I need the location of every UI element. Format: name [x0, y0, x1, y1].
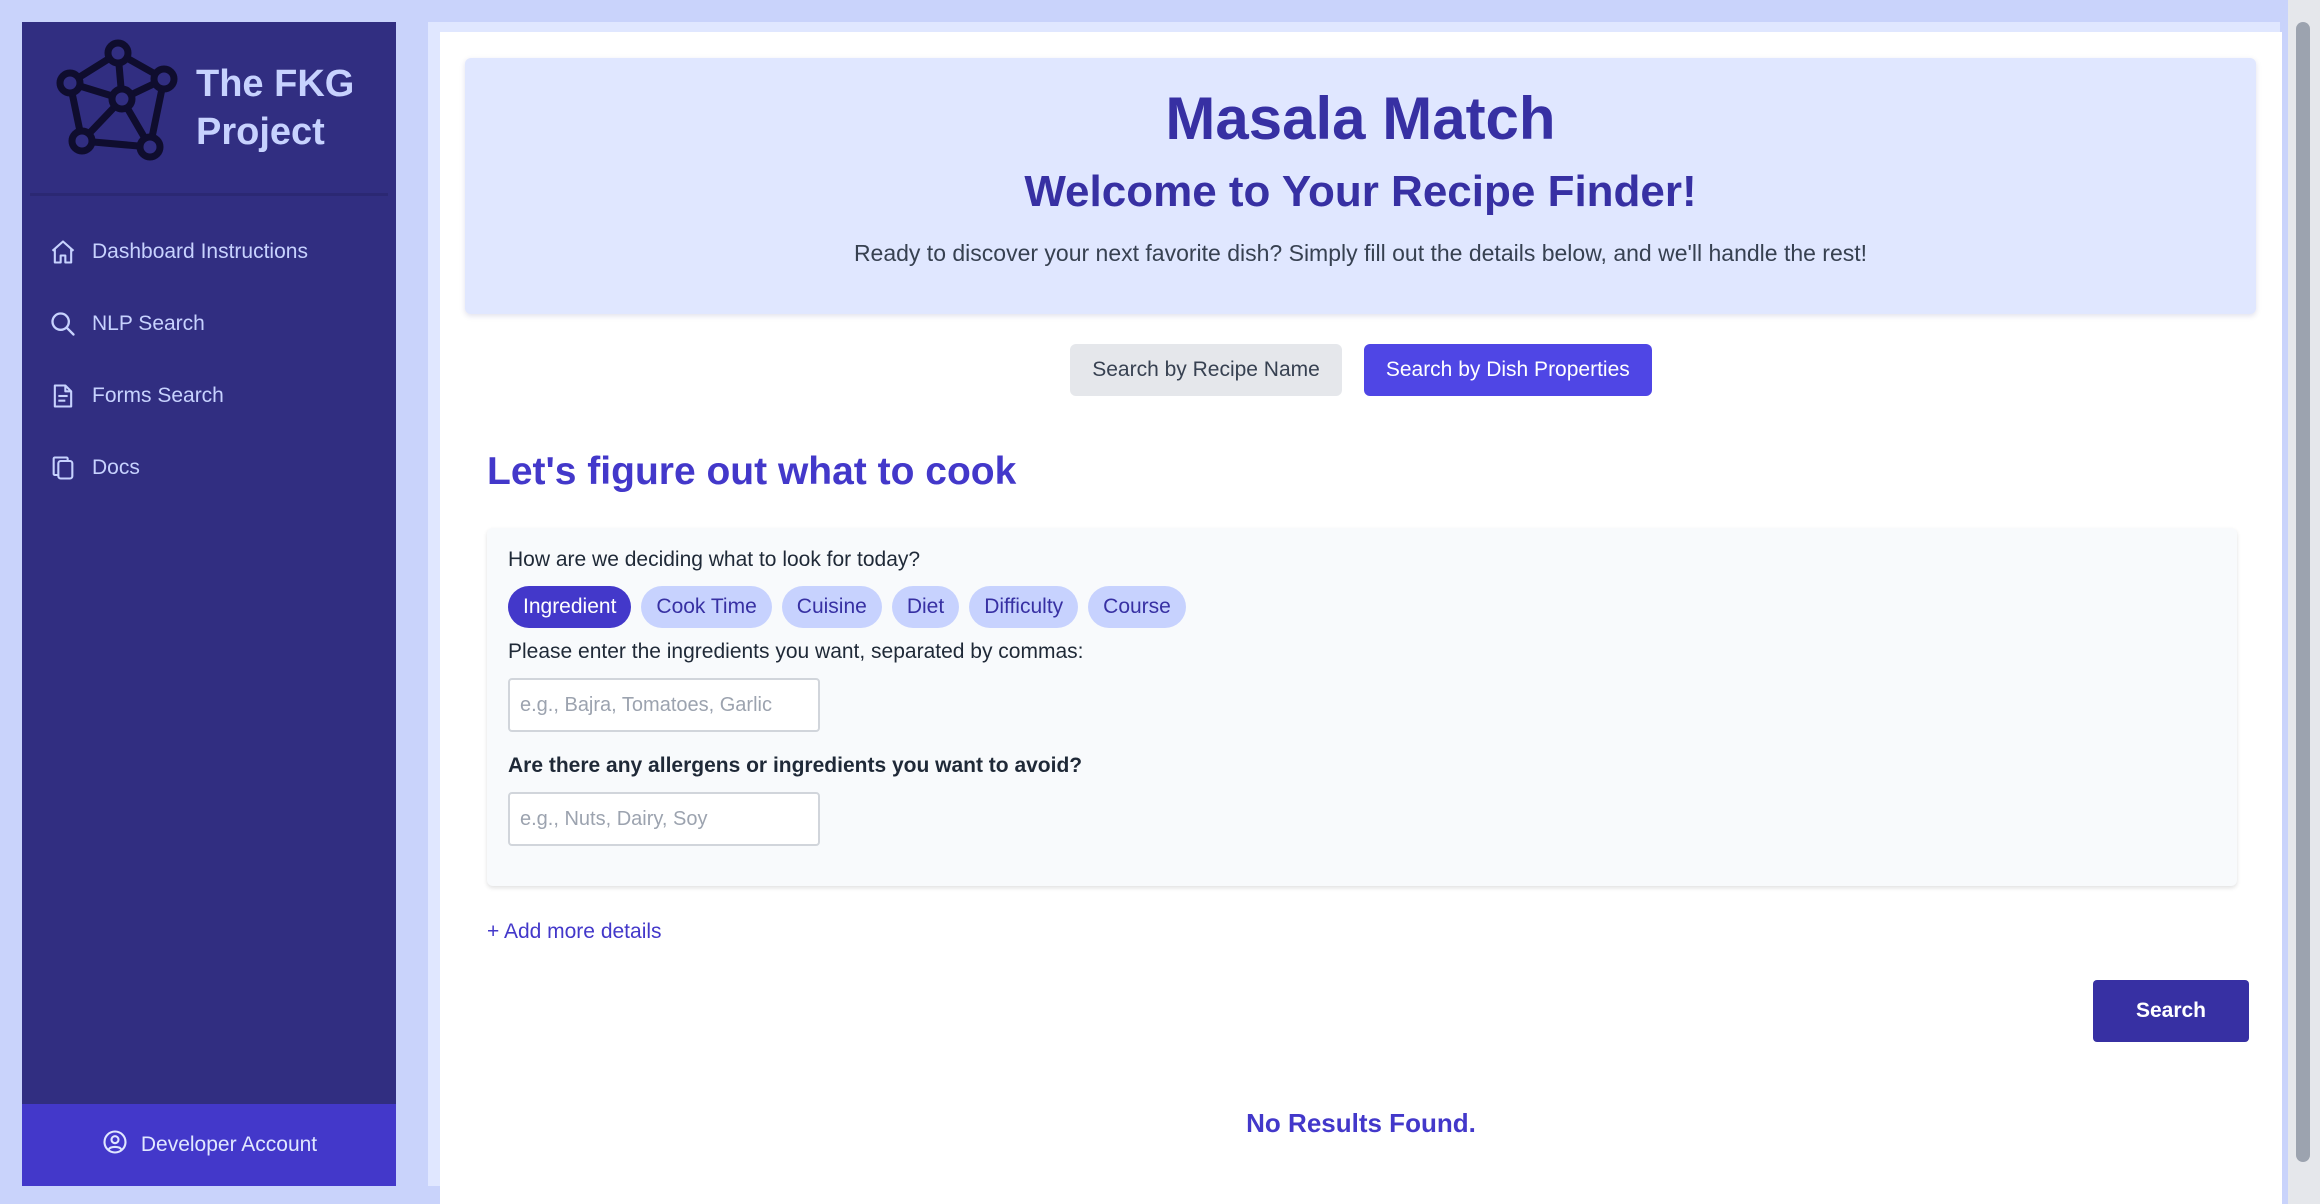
allergens-input[interactable]: [508, 792, 820, 846]
search-mode-toggle: Search by Recipe Name Search by Dish Pro…: [440, 344, 2282, 396]
filter-pill-ingredient[interactable]: Ingredient: [508, 586, 632, 628]
filter-pill-cook-time[interactable]: Cook Time: [641, 586, 772, 628]
allergens-label: Are there any allergens or ingredients y…: [508, 754, 1083, 777]
page-title: Masala Match: [1165, 85, 1556, 152]
sidebar-item-docs[interactable]: Docs: [22, 432, 396, 504]
developer-account-label: Developer Account: [140, 1133, 318, 1156]
sidebar-item-label: Dashboard Instructions: [92, 240, 308, 263]
app-frame: The FKG Project Dashboard Instructions N…: [0, 0, 2320, 1204]
form-title: Let's figure out what to cook: [487, 450, 1017, 493]
search-by-dish-properties-button[interactable]: Search by Dish Properties: [1363, 344, 1652, 396]
sidebar-item-label: NLP Search: [92, 312, 205, 335]
home-icon: [48, 237, 78, 267]
network-graph-logo-icon: [48, 35, 188, 180]
hero-description: Ready to discover your next favorite dis…: [853, 240, 1868, 266]
no-results-message: No Results Found.: [1246, 1108, 1476, 1138]
filter-pill-difficulty[interactable]: Difficulty: [969, 586, 1079, 628]
sidebar: The FKG Project Dashboard Instructions N…: [22, 22, 396, 1186]
sidebar-nav: Dashboard Instructions NLP Search Forms …: [22, 196, 396, 504]
filter-pills: Ingredient Cook Time Cuisine Diet Diffic…: [508, 586, 2216, 628]
sidebar-item-label: Docs: [92, 456, 140, 479]
sidebar-item-nlp-search[interactable]: NLP Search: [22, 288, 396, 360]
filter-pill-diet[interactable]: Diet: [891, 586, 960, 628]
sidebar-item-dashboard-instructions[interactable]: Dashboard Instructions: [22, 216, 396, 288]
scrollbar-thumb[interactable]: [2296, 22, 2310, 1162]
document-icon: [48, 381, 78, 411]
user-circle-icon: [101, 1128, 141, 1162]
page-subtitle: Welcome to Your Recipe Finder!: [1024, 167, 1697, 216]
hero-banner: Masala Match Welcome to Your Recipe Find…: [465, 58, 2256, 314]
filter-pill-course[interactable]: Course: [1088, 586, 1186, 628]
search-form-card: How are we deciding what to look for tod…: [487, 528, 2237, 886]
sidebar-item-forms-search[interactable]: Forms Search: [22, 360, 396, 432]
search-by-recipe-name-button[interactable]: Search by Recipe Name: [1070, 344, 1342, 396]
ingredients-label: Please enter the ingredients you want, s…: [508, 640, 1084, 663]
brand[interactable]: The FKG Project: [30, 22, 388, 196]
add-more-details-link[interactable]: + Add more details: [487, 920, 662, 944]
filter-question: How are we deciding what to look for tod…: [508, 548, 921, 571]
main-content: Masala Match Welcome to Your Recipe Find…: [440, 32, 2282, 1204]
search-icon: [48, 309, 78, 339]
copy-icon: [48, 453, 78, 483]
sidebar-item-label: Forms Search: [92, 384, 224, 407]
ingredients-input[interactable]: [508, 678, 820, 732]
developer-account-button[interactable]: Developer Account: [22, 1104, 396, 1186]
filter-pill-cuisine[interactable]: Cuisine: [781, 586, 882, 628]
brand-title: The FKG Project: [196, 62, 355, 153]
search-button[interactable]: Search: [2093, 980, 2249, 1042]
